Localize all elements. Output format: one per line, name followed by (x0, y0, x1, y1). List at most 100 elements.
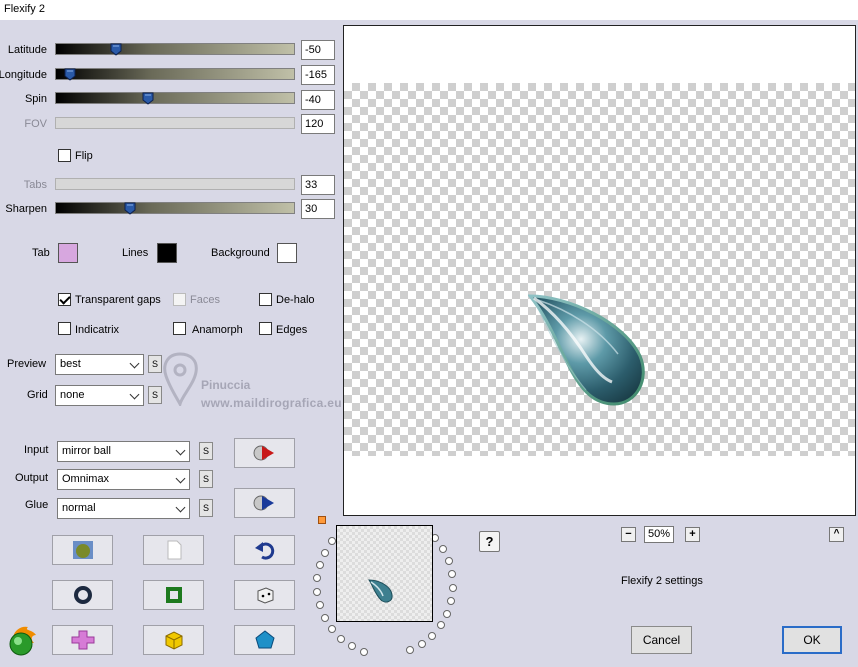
dehalo-label: De-halo (276, 294, 315, 306)
blue-pentagon-icon (254, 630, 275, 649)
sharpen-value-field[interactable]: 30 (301, 199, 335, 219)
square-frame-icon (165, 587, 182, 603)
dice-button[interactable] (234, 580, 295, 610)
latitude-slider[interactable] (55, 42, 295, 56)
cancel-button[interactable]: Cancel (631, 626, 692, 654)
watermark-url: www.maildirografica.eu (201, 396, 342, 410)
output-select-label: Output (15, 472, 49, 484)
spin-label: Spin (24, 93, 47, 105)
ring-icon (73, 586, 92, 604)
help-button[interactable]: ? (479, 531, 500, 552)
grid-select[interactable]: none (55, 385, 144, 406)
preview-select-label: Preview (7, 358, 47, 370)
navigator-thumbnail[interactable] (336, 525, 433, 622)
play-blue-icon (253, 495, 274, 511)
flip-label: Flip (75, 150, 93, 162)
background-color-swatch[interactable] (277, 243, 297, 263)
collapse-button[interactable]: ^ (829, 527, 844, 542)
copy-button[interactable] (143, 535, 204, 565)
navigator-dot (439, 544, 448, 553)
navigator-dot (448, 570, 457, 579)
edges-checkbox[interactable] (259, 322, 272, 335)
edges-label: Edges (276, 324, 308, 336)
navigator-dot (315, 561, 324, 570)
glue-select-value: normal (62, 502, 96, 514)
tabs-slider[interactable] (55, 178, 295, 190)
ring-button[interactable] (52, 580, 113, 610)
zoom-out-button[interactable]: − (621, 527, 636, 542)
longitude-value-field[interactable]: -165 (301, 65, 335, 85)
navigator-handle-icon[interactable] (318, 516, 326, 524)
frame-button[interactable] (143, 580, 204, 610)
chevron-down-icon (175, 473, 186, 484)
navigator-dot (315, 601, 324, 610)
indicatrix-checkbox[interactable] (58, 322, 71, 335)
slider-thumb-icon (124, 202, 136, 215)
tab-color-label: Tab (32, 247, 50, 259)
faces-checkbox[interactable] (173, 293, 186, 306)
navigator-dot (427, 631, 436, 640)
sharpen-slider[interactable] (55, 201, 295, 215)
pink-cross-icon (71, 630, 94, 650)
spin-value-field[interactable]: -40 (301, 90, 335, 110)
input-s-button[interactable]: S (199, 442, 213, 460)
navigator-dot (436, 621, 445, 630)
preview-select-value: best (60, 358, 81, 370)
latitude-slider-thumb[interactable] (110, 42, 122, 56)
grid-select-value: none (60, 389, 85, 401)
longitude-slider-thumb[interactable] (64, 67, 76, 81)
settings-label: Flexify 2 settings (621, 575, 703, 587)
longitude-slider[interactable] (55, 67, 295, 81)
input-select[interactable]: mirror ball (57, 441, 190, 462)
navigator-dot (320, 548, 329, 557)
undo-button[interactable] (234, 535, 295, 565)
glue-select[interactable]: normal (57, 498, 190, 519)
navigator-dot (337, 634, 346, 643)
anamorph-checkbox[interactable] (173, 322, 186, 335)
lines-color-label: Lines (122, 247, 149, 259)
random-output-button[interactable] (234, 488, 295, 518)
flip-checkbox[interactable] (58, 149, 71, 162)
fov-slider[interactable] (55, 117, 295, 129)
navigator-dot (447, 596, 456, 605)
tab-color-swatch[interactable] (58, 243, 78, 263)
spin-slider-thumb[interactable] (142, 91, 154, 105)
main-preview[interactable] (343, 25, 856, 516)
flexified-drop-image (528, 294, 645, 406)
navigator-dot (443, 609, 452, 618)
cross-button[interactable] (52, 625, 113, 655)
tabs-value-field[interactable]: 33 (301, 175, 335, 195)
sharpen-slider-thumb[interactable] (124, 201, 136, 215)
pentagon-button[interactable] (234, 625, 295, 655)
chevron-down-icon (129, 389, 140, 400)
background-color-label: Background (211, 247, 270, 259)
title-bar: Flexify 2 (0, 0, 858, 20)
fov-value-field[interactable]: 120 (301, 114, 335, 134)
chevron-down-icon (129, 358, 140, 369)
slider-thumb-icon (64, 68, 76, 81)
yellow-cube-icon (165, 631, 182, 650)
cube-button[interactable] (143, 625, 204, 655)
lines-color-swatch[interactable] (157, 243, 177, 263)
zoom-in-button[interactable]: + (685, 527, 700, 542)
input-select-value: mirror ball (62, 445, 111, 457)
dehalo-checkbox[interactable] (259, 293, 272, 306)
navigator-dot (320, 613, 329, 622)
output-s-button[interactable]: S (199, 470, 213, 488)
preview-select[interactable]: best (55, 354, 144, 375)
glue-s-button[interactable]: S (199, 499, 213, 517)
navigator-dot (313, 587, 322, 596)
latitude-value-field[interactable]: -50 (301, 40, 335, 60)
tabs-label: Tabs (23, 179, 47, 191)
output-select[interactable]: Omnimax (57, 469, 190, 490)
ok-button[interactable]: OK (782, 626, 842, 654)
chevron-down-icon (175, 445, 186, 456)
spin-slider[interactable] (55, 91, 295, 105)
random-preset-button[interactable] (52, 535, 113, 565)
watermark-name: Pinuccia (201, 378, 251, 392)
drop-thumbnail-icon (368, 579, 393, 603)
transparent-gaps-checkbox[interactable] (58, 293, 71, 306)
watermark-logo-icon (163, 352, 198, 406)
random-input-button[interactable] (234, 438, 295, 468)
longitude-label: Longitude (0, 69, 47, 81)
